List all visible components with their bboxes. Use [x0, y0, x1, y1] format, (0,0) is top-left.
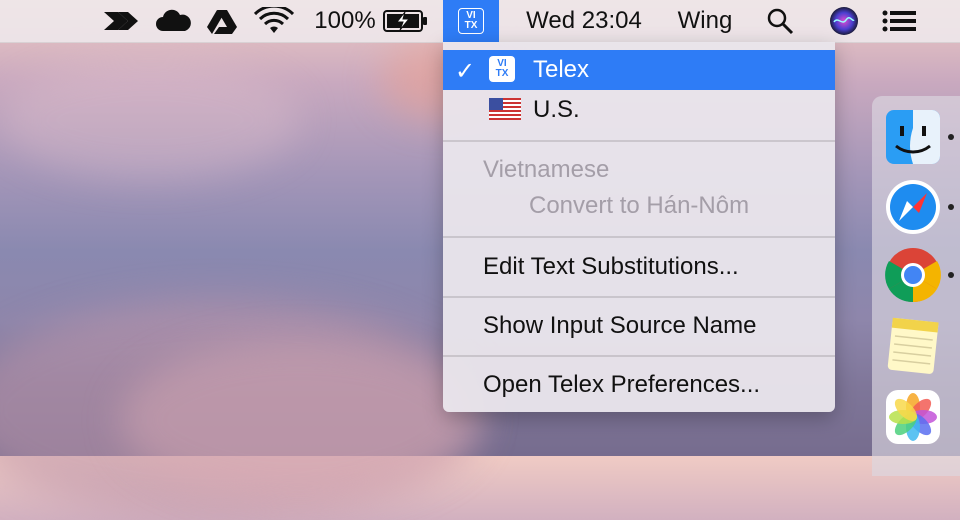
menu-separator	[443, 355, 835, 357]
wifi-icon[interactable]	[250, 0, 298, 42]
menu-separator	[443, 140, 835, 142]
menu-item-label: Convert to Hán-Nôm	[529, 192, 750, 219]
wallpaper-cloud	[120, 340, 480, 500]
menu-item-label: Telex	[533, 56, 590, 83]
menu-item-convert-han-nom: Convert to Hán-Nôm	[443, 186, 835, 226]
menu-item-label: Vietnamese	[483, 156, 610, 183]
spotlight-search-icon[interactable]	[760, 0, 800, 42]
input-source-menu[interactable]: VI TX	[443, 0, 499, 42]
us-flag-icon	[489, 98, 521, 120]
running-indicator	[948, 134, 954, 140]
menu-item-label: Show Input Source Name	[483, 312, 757, 339]
menu-item-label: Open Telex Preferences...	[483, 371, 761, 398]
forward-arrows-icon[interactable]	[98, 0, 146, 42]
menu-item-label: Edit Text Substitutions...	[483, 253, 739, 280]
notes-icon[interactable]	[884, 316, 942, 374]
safari-icon[interactable]	[884, 178, 942, 236]
menu-item-edit-text-substitutions[interactable]: Edit Text Substitutions...	[443, 247, 835, 287]
battery-percent: 100%	[314, 7, 376, 34]
menu-item-show-input-source-name[interactable]: Show Input Source Name	[443, 306, 835, 346]
battery-charging-icon[interactable]	[382, 0, 430, 42]
menu-item-vietnamese: Vietnamese	[443, 150, 835, 190]
photos-icon[interactable]	[884, 388, 942, 446]
siri-icon[interactable]	[824, 0, 864, 42]
menu-item-label: U.S.	[533, 96, 580, 123]
running-indicator	[948, 272, 954, 278]
telex-input-icon: VI TX	[458, 8, 484, 34]
menu-separator	[443, 296, 835, 298]
wallpaper-cloud	[0, 60, 300, 180]
google-drive-icon[interactable]	[202, 0, 242, 42]
menu-separator	[443, 236, 835, 238]
menu-item-us[interactable]: U.S.	[443, 90, 835, 130]
checkmark-icon: ✓	[455, 58, 476, 85]
menu-item-open-telex-preferences[interactable]: Open Telex Preferences...	[443, 365, 835, 405]
menu-item-telex[interactable]: ✓ VI TX Telex	[443, 50, 835, 90]
menu-bar: 100% VI TX Wed 23:04 Wing	[0, 0, 960, 43]
chrome-icon[interactable]	[884, 246, 942, 304]
finder-icon[interactable]	[884, 108, 942, 166]
cloud-icon[interactable]	[152, 0, 196, 42]
telex-input-icon: VI TX	[489, 56, 515, 82]
user-name[interactable]: Wing	[668, 0, 742, 42]
notification-center-icon[interactable]	[878, 0, 920, 42]
running-indicator	[948, 204, 954, 210]
input-source-dropdown: ✓ VI TX Telex U.S. Vietnamese Convert to…	[443, 42, 835, 412]
clock[interactable]: Wed 23:04	[512, 0, 656, 42]
